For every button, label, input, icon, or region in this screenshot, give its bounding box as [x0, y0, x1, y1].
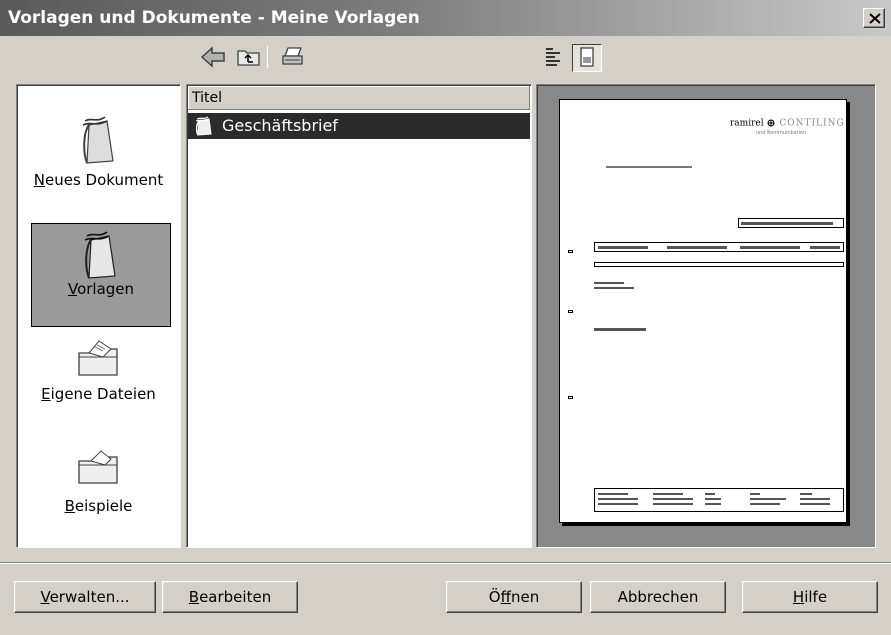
fold-mark [568, 250, 573, 253]
cancel-button[interactable]: Abbrechen [590, 581, 726, 613]
preview-subject-box [594, 262, 844, 267]
document-preview: ramirel CONTILING und Kommunikation [559, 99, 847, 523]
edit-button[interactable]: Bearbeiten [162, 581, 298, 613]
column-header-title[interactable]: Titel [188, 86, 530, 110]
template-icon [195, 116, 212, 136]
up-folder-button[interactable] [236, 46, 262, 70]
nav-item-templates[interactable]: Vorlagen [31, 223, 171, 327]
samples-folder-icon [77, 450, 118, 484]
back-button[interactable] [200, 46, 226, 70]
nav-label: Eigene Dateien [41, 385, 156, 403]
document-properties-button[interactable] [543, 46, 565, 70]
nav-label: Neues Dokument [33, 171, 164, 189]
manage-button[interactable]: Verwalten... [14, 581, 156, 613]
preview-text-line [594, 328, 646, 331]
preview-panel: ramirel CONTILING und Kommunikation [536, 84, 876, 548]
preview-text-line [594, 282, 624, 284]
print-button[interactable] [280, 46, 306, 70]
nav-item-new-document[interactable]: Neues Dokument [17, 107, 180, 211]
close-button[interactable] [863, 8, 885, 28]
back-arrow-icon [200, 46, 225, 68]
logo-icon [767, 119, 775, 127]
list-item[interactable]: Geschäftsbrief [188, 113, 530, 139]
preview-tagline: und Kommunikation [756, 130, 807, 136]
toolbar-separator [267, 46, 268, 68]
fold-mark [568, 310, 573, 313]
template-list: Titel Geschäftsbrief [186, 84, 532, 548]
properties-list-icon [546, 48, 560, 66]
my-documents-folder-icon [77, 340, 118, 376]
list-item-label: Geschäftsbrief [222, 116, 338, 135]
printer-icon [282, 47, 303, 65]
fold-mark [568, 396, 573, 399]
window-title: Vorlagen und Dokumente - Meine Vorlagen [8, 8, 420, 28]
nav-item-samples[interactable]: Beispiele [17, 441, 180, 545]
nav-label: Vorlagen [67, 280, 135, 298]
close-icon [869, 13, 881, 24]
preview-logo: ramirel CONTILING [730, 118, 845, 129]
separator [0, 562, 891, 564]
help-button[interactable]: Hilfe [742, 581, 878, 613]
preview-sender-line [606, 166, 692, 168]
templates-icon [84, 231, 116, 279]
preview-reference-box [738, 218, 844, 228]
preview-button[interactable] [572, 44, 602, 72]
preview-info-table [594, 242, 844, 252]
preview-footer-table [594, 488, 844, 512]
title-bar: Vorlagen und Dokumente - Meine Vorlagen [0, 0, 891, 36]
preview-text-line [594, 287, 634, 289]
new-document-icon [82, 116, 114, 164]
templates-dialog: Vorlagen und Dokumente - Meine Vorlagen [0, 0, 891, 635]
open-button[interactable]: Öffnen [446, 581, 582, 613]
document-preview-icon [580, 47, 594, 67]
up-one-level-icon [237, 50, 260, 66]
navigation-panel: Neues Dokument Vorlagen Eigene Dateien B… [16, 84, 181, 548]
nav-label: Beispiele [64, 497, 133, 515]
nav-item-my-documents[interactable]: Eigene Dateien [17, 333, 180, 437]
